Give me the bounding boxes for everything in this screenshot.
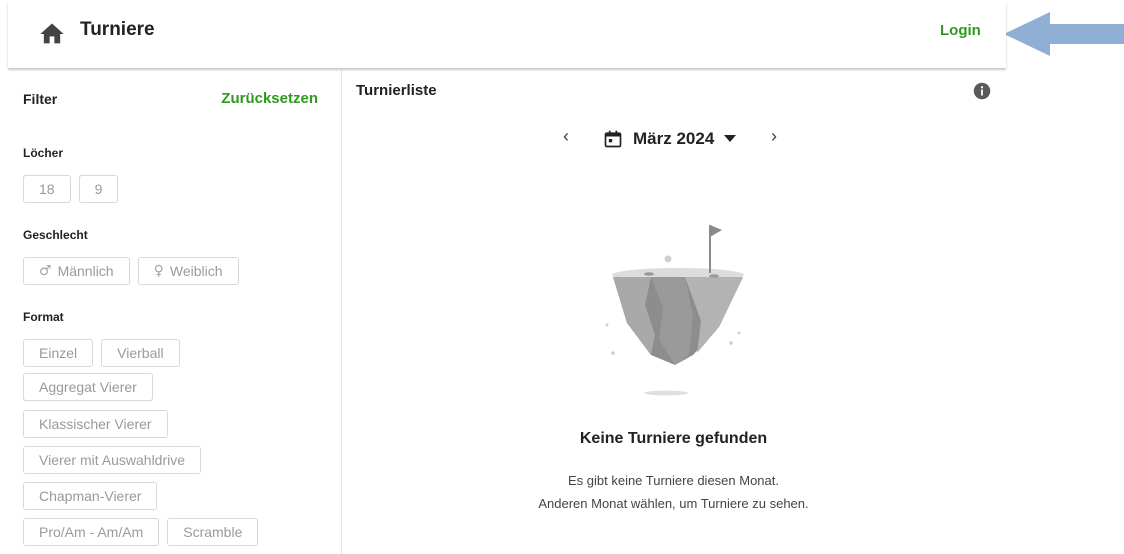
arrow-left-icon <box>1004 12 1124 56</box>
previous-month-button[interactable]: ‹ <box>563 126 569 147</box>
tournament-list-panel: Turnierliste ‹ März 2024 › Keine Turnier… <box>341 70 1006 554</box>
calendar-icon <box>604 130 622 148</box>
format-chip-aggregat-vierer[interactable]: Aggregat Vierer <box>23 373 153 401</box>
month-picker[interactable]: März 2024 <box>603 126 737 152</box>
gender-label: Geschlecht <box>23 228 88 242</box>
caret-down-icon <box>724 135 737 142</box>
empty-state-title: Keine Turniere gefunden <box>579 430 768 447</box>
format-chip-chapman-vierer[interactable]: Chapman-Vierer <box>23 482 158 510</box>
month-navigation: ‹ März 2024 › <box>341 126 1006 152</box>
format-chip-scramble[interactable]: Scramble <box>167 518 259 546</box>
filter-title: Filter <box>23 91 58 107</box>
format-chip-vierer-auswahldrive[interactable]: Vierer mit Auswahldrive <box>23 446 202 474</box>
holes-chips: 18 9 <box>23 175 119 203</box>
floating-island-illustration <box>605 225 744 396</box>
login-link[interactable]: Login <box>940 22 981 39</box>
gender-chip-label: Männlich <box>57 263 114 279</box>
format-chips-row-6: Pro/Am - Am/Am Scramble <box>23 518 259 546</box>
format-chip-vierball[interactable]: Vierball <box>101 339 180 367</box>
empty-state-text-2: Anderen Monat wählen, um Turniere zu seh… <box>538 496 809 511</box>
app-bar: Turniere Login <box>8 0 1006 68</box>
format-chip-einzel[interactable]: Einzel <box>23 339 94 367</box>
info-icon[interactable] <box>973 82 991 100</box>
empty-state-text-1: Es gibt keine Turniere diesen Monat. <box>567 473 779 488</box>
gender-chip-label: Weiblich <box>169 263 223 279</box>
gender-chip-female[interactable]: ♀ Weiblich <box>137 257 239 285</box>
format-label: Format <box>23 310 64 324</box>
format-chip-pro-am[interactable]: Pro/Am - Am/Am <box>23 518 160 546</box>
gender-chip-male[interactable]: ♂ Männlich <box>23 257 130 285</box>
filter-sidebar: Filter Zurücksetzen Löcher 18 9 Geschlec… <box>8 70 342 554</box>
page-title: Turniere <box>80 19 155 40</box>
female-icon: ♀ <box>153 263 164 279</box>
format-chips-row-4: Vierer mit Auswahldrive <box>23 446 202 474</box>
male-icon: ♂ <box>39 263 52 279</box>
reset-filters-button[interactable]: Zurücksetzen <box>221 90 318 107</box>
format-chips-row-5: Chapman-Vierer <box>23 482 158 510</box>
holes-label: Löcher <box>23 146 64 160</box>
format-chips-row-2: Aggregat Vierer <box>23 373 153 401</box>
next-month-button[interactable]: › <box>771 126 777 147</box>
format-chip-klassischer-vierer[interactable]: Klassischer Vierer <box>23 410 168 438</box>
home-icon[interactable] <box>38 20 66 48</box>
holes-chip-18[interactable]: 18 <box>23 175 71 203</box>
holes-chip-9[interactable]: 9 <box>78 175 119 203</box>
month-label: März 2024 <box>633 129 715 148</box>
format-chips-row-1: Einzel Vierball <box>23 339 180 367</box>
format-chips-row-3: Klassischer Vierer <box>23 410 168 438</box>
list-title: Turnierliste <box>356 82 437 99</box>
gender-chips: ♂ Männlich ♀ Weiblich <box>23 257 239 285</box>
